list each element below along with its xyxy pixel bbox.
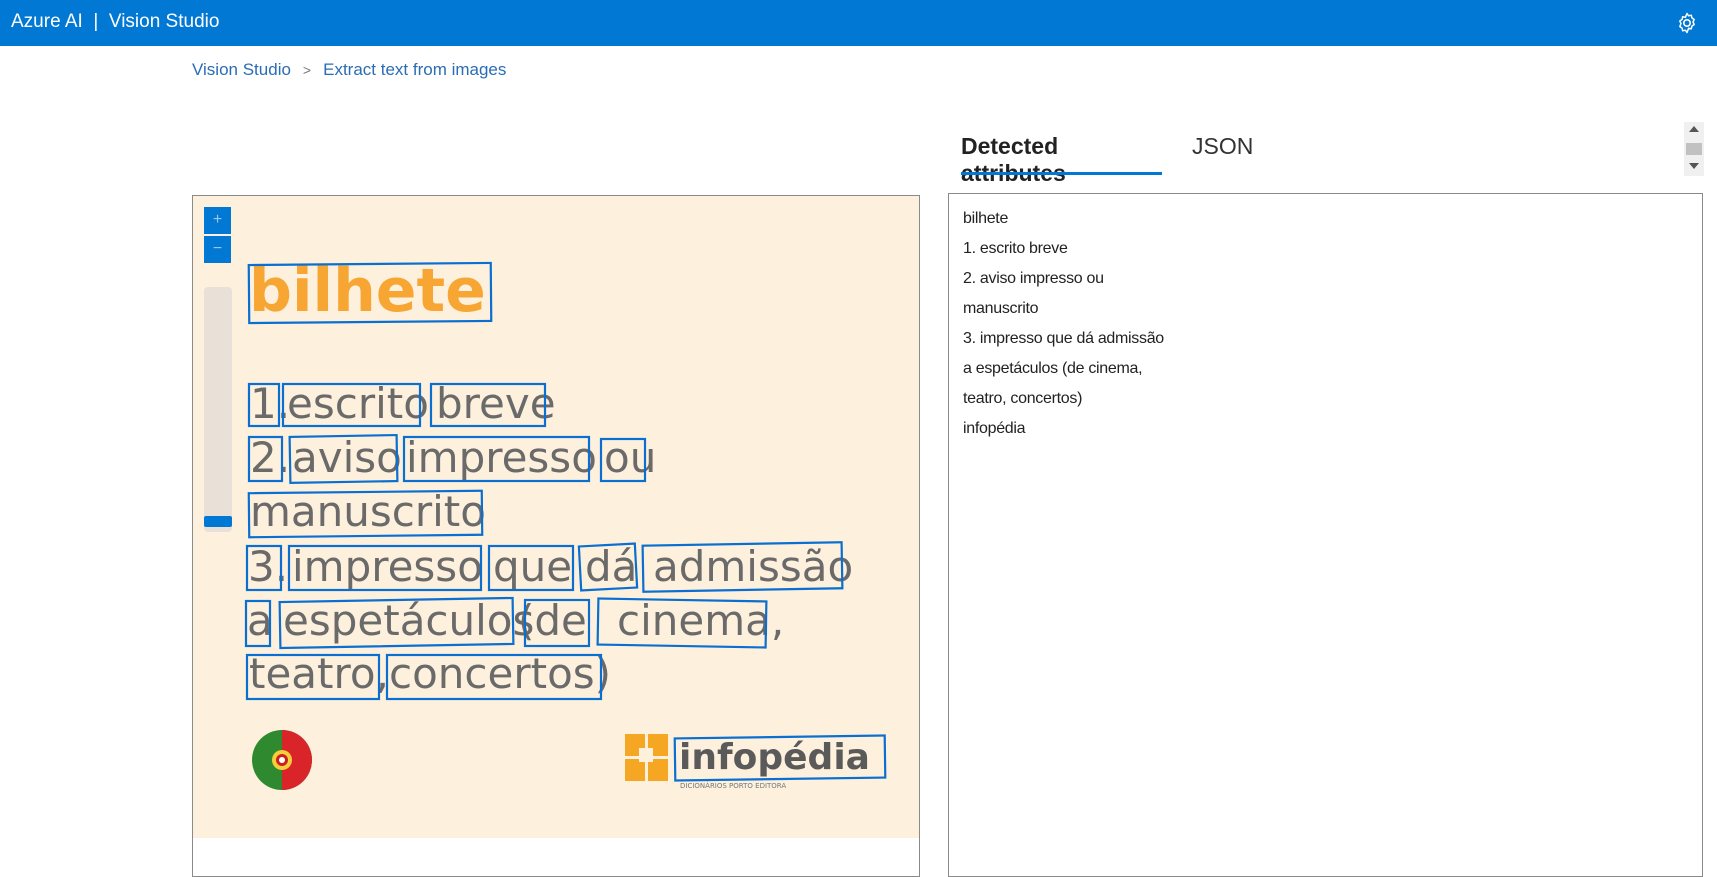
ocr-word: dá — [585, 542, 637, 591]
ocr-line-2: 2. aviso impresso ou — [247, 433, 656, 485]
ocr-word: que — [493, 542, 572, 591]
ocr-word: teatro, — [249, 649, 389, 698]
detected-text-line: bilhete — [963, 210, 1009, 227]
ocr-image: bilhete 1. escrito breve 2. aviso impres… — [193, 196, 919, 838]
ocr-word: concertos) — [389, 649, 611, 698]
top-app-bar: Azure AI | Vision Studio — [0, 0, 1717, 46]
active-tab-indicator — [961, 172, 1162, 175]
ocr-word: ou — [604, 433, 656, 482]
logo-subtext: DICIONÁRIOS PORTO EDITORA — [680, 781, 786, 790]
gear-icon[interactable] — [1675, 11, 1699, 35]
zoom-slider-track[interactable] — [204, 287, 232, 532]
ocr-line-3: manuscrito — [247, 487, 486, 539]
ocr-word-logo: infopédia — [679, 737, 870, 778]
scroll-thumb[interactable] — [1686, 143, 1702, 155]
tab-json[interactable]: JSON — [1192, 133, 1253, 160]
zoom-in-button[interactable]: + — [204, 207, 231, 234]
ocr-word: admissão — [653, 542, 853, 591]
ocr-word: impresso — [406, 433, 597, 482]
ocr-word: 2. — [250, 433, 290, 482]
ocr-word: espetáculos — [283, 596, 534, 645]
ocr-line-5: a espetáculos (de cinema, — [244, 596, 784, 650]
scroll-up-icon[interactable] — [1689, 126, 1699, 132]
detected-text-line: infopédia — [963, 420, 1026, 437]
ocr-line-4: 3. impresso que dá admissão — [245, 541, 853, 593]
scroll-down-icon[interactable] — [1689, 163, 1699, 169]
breadcrumb-link-vision-studio[interactable]: Vision Studio — [192, 60, 291, 80]
infopedia-logo-icon — [625, 734, 668, 781]
image-canvas-panel: bilhete 1. escrito breve 2. aviso impres… — [192, 195, 920, 877]
ocr-line-1: 1. escrito breve — [247, 379, 556, 428]
detected-text-line: 1. escrito breve — [963, 240, 1068, 257]
detected-text-line: manuscrito — [963, 300, 1039, 317]
detected-text-line: 2. aviso impresso ou — [963, 270, 1104, 287]
detected-text-line: a espetáculos (de cinema, — [963, 360, 1143, 377]
detected-text-line: teatro, concertos) — [963, 390, 1083, 407]
breadcrumb: Vision Studio > Extract text from images — [192, 60, 506, 80]
breadcrumb-link-extract-text[interactable]: Extract text from images — [323, 60, 506, 80]
ocr-word: (de — [518, 596, 587, 645]
detected-text-line: 3. impresso que dá admissão — [963, 330, 1164, 347]
tabs-scrollbar[interactable] — [1684, 122, 1704, 176]
ocr-word: breve — [436, 379, 556, 428]
ocr-word: a — [247, 596, 273, 645]
ocr-word-title: bilhete — [249, 256, 486, 326]
breadcrumb-separator-icon: > — [302, 62, 312, 78]
ocr-word: escrito — [287, 379, 429, 428]
detected-attributes-panel: bilhete 1. escrito breve 2. aviso impres… — [948, 193, 1703, 877]
ocr-line-6: teatro, concertos) — [245, 649, 611, 701]
zoom-slider-thumb[interactable] — [204, 516, 232, 527]
portugal-flag-icon — [252, 730, 312, 790]
zoom-out-button[interactable]: − — [204, 236, 231, 263]
app-title: Azure AI | Vision Studio — [11, 11, 220, 32]
ocr-word: aviso — [292, 433, 402, 482]
ocr-word: cinema, — [617, 596, 784, 645]
ocr-word: manuscrito — [250, 487, 486, 536]
ocr-image-svg: bilhete 1. escrito breve 2. aviso impres… — [244, 256, 887, 790]
ocr-word: impresso — [292, 542, 483, 591]
tab-detected-attributes[interactable]: Detected attributes — [961, 133, 1066, 187]
detected-text-list: bilhete 1. escrito breve 2. aviso impres… — [963, 204, 1164, 444]
